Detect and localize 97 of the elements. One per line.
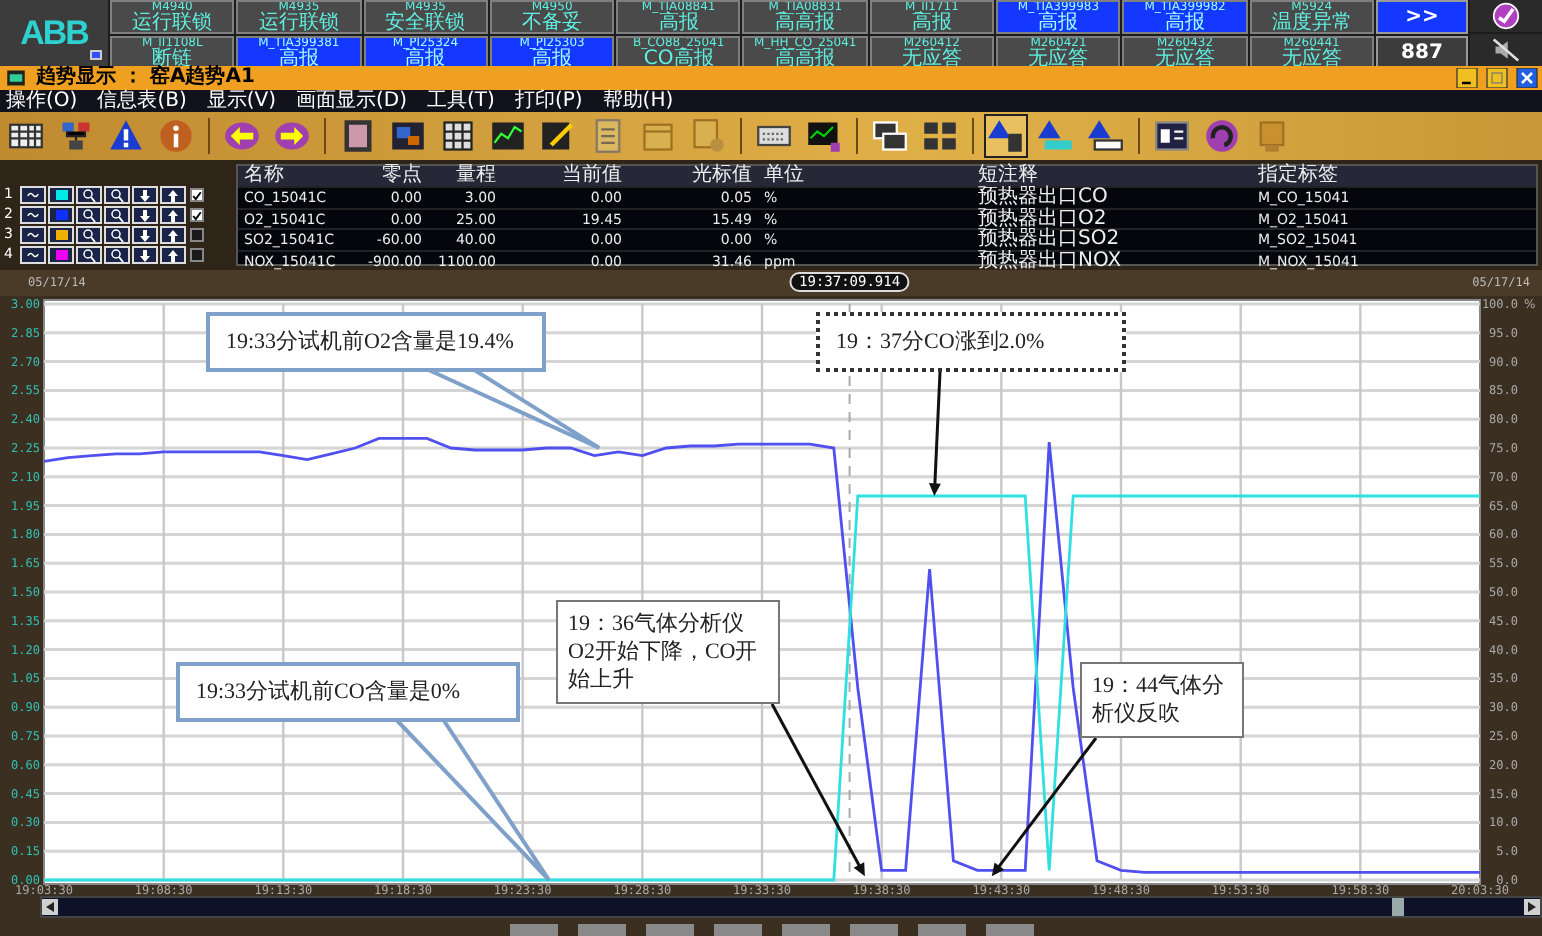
acknowledge-icon[interactable] <box>1490 2 1522 30</box>
menu-item[interactable]: 工具(T) <box>427 91 495 111</box>
close-icon[interactable] <box>1516 68 1538 88</box>
magnifier-icon <box>108 227 126 243</box>
table-cell-text: 预热器出口NOX <box>976 251 1124 271</box>
color-button[interactable] <box>48 246 74 264</box>
table-cell-text: 预热器出口SO2 <box>976 230 1122 250</box>
window-title: 趋势显示 ： 窑A趋势A1 <box>36 68 255 88</box>
column-header: 指定标签 <box>1256 166 1340 186</box>
column-header: 量程 <box>454 166 498 186</box>
wave-icon <box>22 248 44 262</box>
callout: 19:33分试机前O2含量是19.4% <box>206 312 546 372</box>
checkbox[interactable] <box>190 228 204 242</box>
zoom-out-button[interactable] <box>104 206 130 224</box>
zoom-in-button[interactable] <box>76 186 102 204</box>
magnifier-icon <box>108 247 126 263</box>
form-icon[interactable] <box>1154 118 1190 154</box>
callout: 19：36气体分析仪O2开始下降，CO开始上升 <box>556 600 780 704</box>
wave-icon <box>22 208 44 222</box>
mute-icon[interactable] <box>1490 36 1522 64</box>
color-button[interactable] <box>48 206 74 224</box>
wave-icon <box>22 228 44 242</box>
edit-icon[interactable] <box>540 118 576 154</box>
grid-icon[interactable] <box>8 118 44 154</box>
magnifier-icon <box>80 227 98 243</box>
line-style-button[interactable] <box>20 246 46 264</box>
list-icon[interactable] <box>590 118 626 154</box>
minimize-icon[interactable] <box>1456 68 1478 88</box>
checkbox[interactable] <box>190 208 204 222</box>
triangle-panel-icon[interactable] <box>988 118 1024 154</box>
tiles-icon[interactable] <box>922 118 958 154</box>
zoom-out-button[interactable] <box>104 226 130 244</box>
pointer-arrow <box>928 371 942 496</box>
menu-item[interactable]: 显示(V) <box>206 91 277 111</box>
up-arrow-button[interactable] <box>160 186 186 204</box>
magnifier-icon <box>80 247 98 263</box>
menu-item[interactable]: 操作(O) <box>6 91 78 111</box>
column-header: 短注释 <box>976 166 1039 186</box>
table-cell-text: 预热器出口O2 <box>976 209 1109 229</box>
menu-item[interactable]: 帮助(H) <box>602 91 674 111</box>
magnifier-icon <box>108 187 126 203</box>
callout: 19：37分CO涨到2.0% <box>816 312 1126 372</box>
menu-item[interactable]: 打印(P) <box>514 91 583 111</box>
up-arrow-button[interactable] <box>160 226 186 244</box>
window-icon <box>4 68 28 88</box>
chart-icon[interactable] <box>490 118 526 154</box>
panel-icon[interactable] <box>340 118 376 154</box>
table-icon[interactable] <box>440 118 476 154</box>
callout: 19:33分试机前CO含量是0% <box>176 662 520 722</box>
column-header: 单位 <box>762 166 806 186</box>
pointer-arrow <box>991 737 1098 877</box>
column-header: 光标值 <box>690 166 754 186</box>
magnifier-icon <box>80 187 98 203</box>
magnifier-icon <box>108 207 126 223</box>
up-arrow-button[interactable] <box>160 206 186 224</box>
scroll-right-icon[interactable] <box>1524 898 1540 916</box>
info-icon[interactable] <box>158 118 194 154</box>
column-header: 名称 <box>242 166 286 186</box>
scroll-thumb[interactable] <box>1392 898 1404 916</box>
checkbox[interactable] <box>190 248 204 262</box>
zoom-in-button[interactable] <box>76 206 102 224</box>
menu-item[interactable]: 画面显示(D) <box>296 91 408 111</box>
table-cell-text: 预热器出口CO <box>976 188 1110 208</box>
scroll-left-icon[interactable] <box>42 898 58 916</box>
down-arrow-button[interactable] <box>132 246 158 264</box>
color-button[interactable] <box>48 226 74 244</box>
zoom-in-button[interactable] <box>76 246 102 264</box>
wave-icon <box>22 188 44 202</box>
column-header: 零点 <box>380 166 424 186</box>
magnifier-icon <box>80 207 98 223</box>
column-header: 当前值 <box>560 166 624 186</box>
windows-icon[interactable] <box>872 118 908 154</box>
zoom-out-button[interactable] <box>104 186 130 204</box>
status-indicator <box>90 50 102 60</box>
menu-item[interactable]: 信息表(B) <box>97 91 187 111</box>
down-arrow-button[interactable] <box>132 226 158 244</box>
line-style-button[interactable] <box>20 226 46 244</box>
color-button[interactable] <box>48 186 74 204</box>
scrollbar[interactable] <box>40 896 1542 918</box>
line-style-button[interactable] <box>20 206 46 224</box>
zoom-in-button[interactable] <box>76 226 102 244</box>
network-icon[interactable] <box>58 118 94 154</box>
maximize-icon[interactable] <box>1486 68 1508 88</box>
more-button[interactable]: >> <box>1375 0 1468 34</box>
checkbox[interactable] <box>190 188 204 202</box>
up-arrow-button[interactable] <box>160 246 186 264</box>
down-arrow-button[interactable] <box>132 186 158 204</box>
line-style-button[interactable] <box>20 186 46 204</box>
triangle-bar-icon[interactable] <box>1088 118 1124 154</box>
undo-icon[interactable] <box>1204 118 1240 154</box>
down-arrow-button[interactable] <box>132 206 158 224</box>
zoom-out-button[interactable] <box>104 246 130 264</box>
warning-icon[interactable] <box>108 118 144 154</box>
image-icon[interactable] <box>390 118 426 154</box>
logo: ABB <box>20 13 88 53</box>
callout: 19：44气体分析仪反吹 <box>1080 662 1244 738</box>
monitor-icon[interactable] <box>806 118 842 154</box>
